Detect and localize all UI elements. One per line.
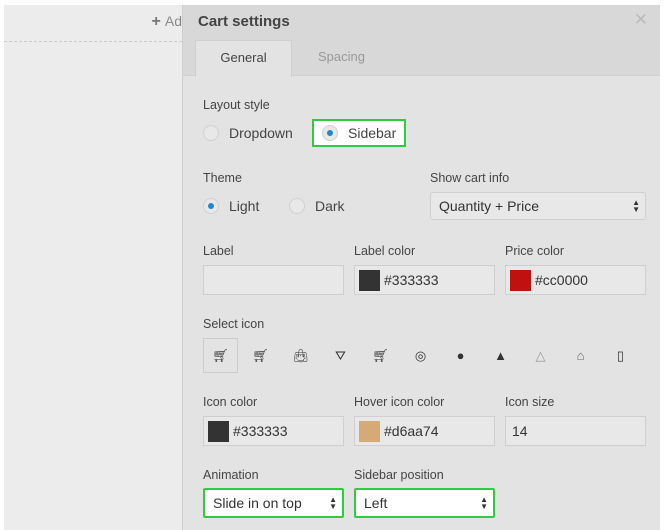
basket-icon[interactable]: ⛛ — [323, 338, 358, 373]
bag-outline-icon[interactable]: ⌂ — [563, 338, 598, 373]
show-cart-info-select[interactable]: Quantity + Price ▲ ▼ — [430, 192, 646, 220]
clipboard-bag-icon[interactable]: ▯ — [603, 338, 638, 373]
close-icon[interactable]: ✕ — [634, 10, 648, 30]
sidebar-position-select[interactable]: Left ▲ ▼ — [354, 488, 495, 518]
radio-light[interactable]: Light — [203, 198, 259, 214]
color-swatch[interactable] — [359, 269, 380, 291]
add-button[interactable]: + Ad — [152, 13, 182, 31]
color-swatch[interactable] — [510, 269, 531, 291]
circle-cart-filled-icon[interactable]: ● — [443, 338, 478, 373]
divider — [4, 41, 182, 42]
label-input[interactable] — [203, 265, 344, 295]
select-icon-label: Select icon — [203, 317, 265, 331]
cart-settings-panel: Cart settings ✕ General Spacing Layout s… — [182, 5, 660, 530]
hover-icon-color-label: Hover icon color — [354, 395, 445, 409]
icon-picker: 🛒︎ 🛒︎ 👜︎ ⛛ 🛒︎ ◎ ● ▲ △ ⌂ ▯ — [203, 338, 643, 373]
circle-cart-outline-icon[interactable]: ◎ — [403, 338, 438, 373]
updown-arrow-icon: ▲ ▼ — [329, 495, 337, 511]
color-swatch[interactable] — [359, 420, 380, 442]
updown-arrow-icon: ▲ ▼ — [480, 495, 488, 511]
radio-circle — [289, 198, 305, 214]
icon-color-input[interactable]: #333333 — [203, 416, 344, 446]
animation-label: Animation — [203, 468, 259, 482]
bag-light-icon[interactable]: △ — [523, 338, 558, 373]
background-canvas: + Ad — [4, 5, 182, 530]
bag-icon[interactable]: 👜︎ — [283, 338, 318, 373]
price-color-input[interactable]: #cc0000 — [505, 265, 646, 295]
layout-style-label: Layout style — [203, 98, 270, 112]
radio-sidebar[interactable]: Sidebar — [312, 119, 407, 147]
sidebar-position-label: Sidebar position — [354, 468, 444, 482]
label-color-input[interactable]: #333333 — [354, 265, 495, 295]
icon-size-label: Icon size — [505, 395, 555, 409]
panel-title: Cart settings — [198, 13, 290, 30]
panel-header: Cart settings ✕ — [183, 5, 660, 40]
radio-circle — [322, 125, 338, 141]
radio-dropdown[interactable]: Dropdown — [203, 125, 293, 141]
updown-arrow-icon: ▲ ▼ — [632, 198, 640, 214]
radio-circle — [203, 198, 219, 214]
animation-select[interactable]: Slide in on top ▲ ▼ — [203, 488, 344, 518]
label-label: Label — [203, 244, 234, 258]
cart-plus-icon[interactable]: 🛒︎ — [243, 338, 278, 373]
tab-spacing[interactable]: Spacing — [293, 40, 390, 76]
radio-dark[interactable]: Dark — [289, 198, 345, 214]
label-color-label: Label color — [354, 244, 416, 258]
icon-color-label: Icon color — [203, 395, 258, 409]
tab-general[interactable]: General — [195, 40, 292, 77]
trolley-icon[interactable]: 🛒︎ — [363, 338, 398, 373]
color-swatch[interactable] — [208, 420, 229, 442]
hover-icon-color-input[interactable]: #d6aa74 — [354, 416, 495, 446]
radio-circle — [203, 125, 219, 141]
theme-label: Theme — [203, 171, 242, 185]
plus-icon: + — [151, 13, 161, 30]
icon-size-input[interactable]: 14 — [505, 416, 646, 446]
cart-icon[interactable]: 🛒︎ — [203, 338, 238, 373]
tab-bar: General Spacing — [183, 40, 660, 77]
price-color-label: Price color — [505, 244, 565, 258]
show-cart-info-label: Show cart info — [430, 171, 510, 185]
bag-filled-icon[interactable]: ▲ — [483, 338, 518, 373]
